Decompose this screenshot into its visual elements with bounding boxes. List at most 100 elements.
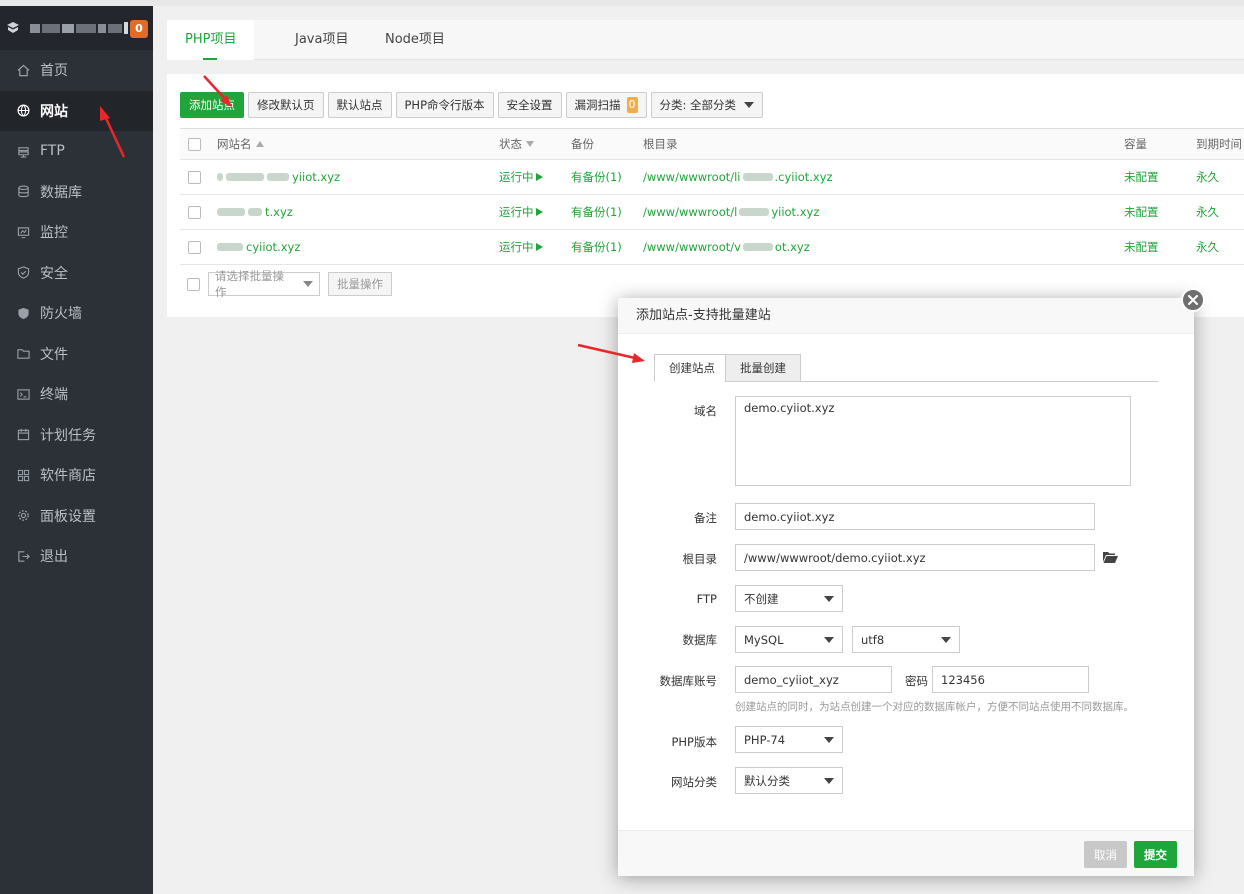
cancel-button[interactable]: 取消 bbox=[1084, 841, 1127, 868]
default-site-button[interactable]: 默认站点 bbox=[327, 92, 392, 118]
table-row: yiiot.xyz 运行中 有备份(1) /www/wwwroot/li .cyiiot… bbox=[180, 160, 1244, 195]
site-capacity-link[interactable]: 未配置 bbox=[1124, 160, 1159, 194]
batch-operations: 请选择批量操作 批量操作 bbox=[187, 269, 392, 299]
site-backup-link[interactable]: 有备份(1) bbox=[571, 230, 622, 264]
tab-java-project[interactable]: Java项目 bbox=[277, 20, 366, 60]
site-name-link[interactable]: cyiiot.xyz bbox=[217, 230, 300, 264]
chevron-down-icon bbox=[824, 636, 834, 643]
sidebar-item-label: 软件商店 bbox=[40, 468, 96, 485]
domain-textarea[interactable]: demo.cyiiot.xyz bbox=[735, 396, 1131, 486]
table-header: 网站名 状态 备份 根目录 容量 到期时间 bbox=[180, 129, 1244, 160]
sidebar-item-shield[interactable]: 安全 bbox=[0, 253, 153, 294]
column-status[interactable]: 状态 bbox=[499, 129, 534, 159]
sidebar-item-label: 数据库 bbox=[40, 184, 82, 201]
vuln-scan-label: 漏洞扫描 bbox=[574, 98, 621, 112]
site-expire-link[interactable]: 永久 bbox=[1196, 195, 1219, 229]
remark-input[interactable]: demo.cyiiot.xyz bbox=[735, 503, 1095, 530]
domain-label: 域名 bbox=[694, 404, 717, 418]
sidebar-item-home[interactable]: 首页 bbox=[0, 50, 153, 91]
sidebar-item-terminal[interactable]: 终端 bbox=[0, 374, 153, 415]
site-root-link[interactable]: /www/wwwroot/v ot.xyz bbox=[643, 230, 810, 264]
column-site-name[interactable]: 网站名 bbox=[217, 129, 264, 159]
close-icon bbox=[1188, 295, 1198, 305]
modify-default-page-button[interactable]: 修改默认页 bbox=[248, 92, 324, 118]
sidebar-item-folder[interactable]: 文件 bbox=[0, 334, 153, 375]
close-dialog-button[interactable] bbox=[1181, 288, 1205, 312]
db-account-input[interactable]: demo_cyiiot_xyz bbox=[735, 666, 892, 693]
ftp-icon bbox=[16, 144, 30, 158]
tab-node-project[interactable]: Node项目 bbox=[367, 20, 463, 60]
column-status-label: 状态 bbox=[499, 137, 522, 151]
add-site-button[interactable]: 添加站点 bbox=[180, 92, 244, 118]
tab-batch-create[interactable]: 批量创建 bbox=[725, 354, 801, 382]
site-status-toggle[interactable]: 运行中 bbox=[499, 230, 543, 264]
calendar-icon bbox=[16, 428, 30, 442]
database-charset-value: utf8 bbox=[861, 632, 885, 647]
sidebar-item-monitor[interactable]: 监控 bbox=[0, 212, 153, 253]
chevron-down-icon bbox=[824, 777, 834, 784]
category-filter-dropdown[interactable]: 分类: 全部分类 bbox=[650, 92, 764, 118]
sidebar-item-grid[interactable]: 软件商店 bbox=[0, 455, 153, 496]
logo-icon bbox=[7, 22, 19, 33]
table-row: t.xyz 运行中 有备份(1) /www/wwwroot/l yiiot.xyz 未配置… bbox=[180, 195, 1244, 230]
db-password-input[interactable]: 123456 bbox=[932, 666, 1089, 693]
php-cli-version-button[interactable]: PHP命令行版本 bbox=[395, 92, 494, 118]
sidebar-item-globe[interactable]: 网站 bbox=[0, 90, 153, 131]
site-expire-link[interactable]: 永久 bbox=[1196, 230, 1219, 264]
site-list-panel: 添加站点 修改默认页 默认站点 PHP命令行版本 安全设置 漏洞扫描 0 分类:… bbox=[167, 74, 1244, 317]
sort-up-icon bbox=[255, 141, 264, 147]
notification-badge[interactable]: 0 bbox=[130, 20, 148, 38]
chevron-down-icon bbox=[941, 636, 951, 643]
sidebar-item-label: 安全 bbox=[40, 265, 68, 282]
column-root: 根目录 bbox=[643, 137, 678, 151]
sidebar-item-gear[interactable]: 面板设置 bbox=[0, 496, 153, 537]
site-root-prefix: /www/wwwroot/li bbox=[643, 170, 741, 184]
vuln-scan-button[interactable]: 漏洞扫描 0 bbox=[565, 92, 647, 118]
database-label: 数据库 bbox=[682, 633, 718, 647]
batch-operation-button[interactable]: 批量操作 bbox=[328, 272, 392, 296]
site-name-link[interactable]: yiiot.xyz bbox=[217, 160, 340, 194]
site-category-select[interactable]: 默认分类 bbox=[735, 767, 843, 794]
sidebar-item-label: 首页 bbox=[40, 63, 68, 80]
row-checkbox[interactable] bbox=[188, 170, 201, 184]
tab-create-site[interactable]: 创建站点 bbox=[654, 354, 730, 382]
database-type-select[interactable]: MySQL bbox=[735, 626, 843, 653]
sidebar-item-logout[interactable]: 退出 bbox=[0, 536, 153, 577]
folder-open-icon[interactable] bbox=[1103, 551, 1118, 563]
security-settings-button[interactable]: 安全设置 bbox=[497, 92, 562, 118]
site-capacity-link[interactable]: 未配置 bbox=[1124, 195, 1159, 229]
site-status-toggle[interactable]: 运行中 bbox=[499, 160, 543, 194]
sidebar-item-label: 监控 bbox=[40, 225, 68, 242]
batch-operation-select[interactable]: 请选择批量操作 bbox=[208, 269, 320, 299]
site-root-prefix: /www/wwwroot/l bbox=[643, 205, 738, 219]
site-name-link[interactable]: t.xyz bbox=[217, 195, 293, 229]
sidebar-item-calendar[interactable]: 计划任务 bbox=[0, 415, 153, 456]
db-hint: 创建站点的同时，为站点创建一个对应的数据库帐户，方便不同站点使用不同数据库。 bbox=[735, 701, 1134, 713]
select-all-checkbox[interactable] bbox=[188, 137, 201, 151]
sidebar-item-ftp[interactable]: FTP bbox=[0, 131, 153, 172]
php-version-select[interactable]: PHP-74 bbox=[735, 726, 843, 753]
ftp-select[interactable]: 不创建 bbox=[735, 585, 843, 612]
site-expire-link[interactable]: 永久 bbox=[1196, 160, 1219, 194]
monitor-icon bbox=[16, 225, 30, 239]
row-checkbox[interactable] bbox=[188, 240, 201, 254]
site-root-prefix: /www/wwwroot/v bbox=[643, 240, 741, 254]
db-password-label: 密码 bbox=[905, 674, 928, 688]
folder-icon bbox=[16, 347, 30, 361]
batch-select-checkbox[interactable] bbox=[187, 277, 200, 291]
site-status-toggle[interactable]: 运行中 bbox=[499, 195, 543, 229]
site-capacity-link[interactable]: 未配置 bbox=[1124, 230, 1159, 264]
sidebar-item-database[interactable]: 数据库 bbox=[0, 172, 153, 213]
dialog-title: 添加站点-支持批量建站 bbox=[618, 298, 1194, 334]
database-charset-select[interactable]: utf8 bbox=[852, 626, 960, 653]
add-site-dialog: 添加站点-支持批量建站 创建站点 批量创建 域名 demo.cyiiot.xyz… bbox=[618, 298, 1194, 876]
site-root-link[interactable]: /www/wwwroot/l yiiot.xyz bbox=[643, 195, 819, 229]
site-root-link[interactable]: /www/wwwroot/li .cyiiot.xyz bbox=[643, 160, 833, 194]
sidebar-item-firewall[interactable]: 防火墙 bbox=[0, 293, 153, 334]
site-backup-link[interactable]: 有备份(1) bbox=[571, 195, 622, 229]
submit-button[interactable]: 提交 bbox=[1134, 841, 1177, 868]
root-dir-input[interactable]: /www/wwwroot/demo.cyiiot.xyz bbox=[735, 544, 1095, 571]
tab-php-project[interactable]: PHP项目 bbox=[167, 20, 255, 60]
site-backup-link[interactable]: 有备份(1) bbox=[571, 160, 622, 194]
row-checkbox[interactable] bbox=[188, 205, 201, 219]
